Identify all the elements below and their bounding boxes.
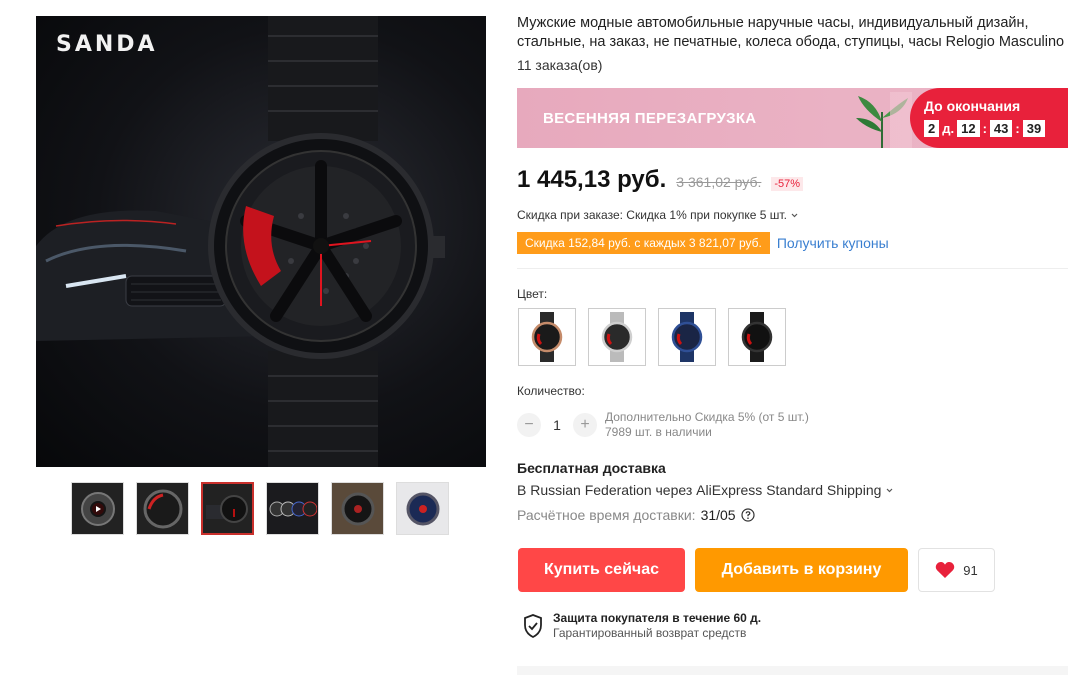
- thumbnail-3[interactable]: [201, 482, 254, 535]
- plant-decoration: [856, 92, 912, 148]
- quantity-increase-button[interactable]: +: [573, 413, 597, 437]
- color-options: [518, 308, 786, 366]
- countdown-hours: 12: [957, 120, 980, 137]
- thumbnail-video[interactable]: [71, 482, 124, 535]
- price-row: 1 445,13 руб. 3 361,02 руб. -57%: [517, 166, 804, 194]
- quantity-stepper: − 1 + Дополнительно Скидка 5% (от 5 шт.)…: [517, 410, 809, 440]
- watch-illustration: [208, 16, 445, 467]
- promo-title: ВЕСЕННЯЯ ПЕРЕЗАГРУЗКА: [543, 110, 757, 127]
- chevron-down-icon: [886, 488, 893, 492]
- play-icon: [89, 500, 106, 517]
- countdown-panel: До окончания 2 д. 12 : 43 : 39: [910, 88, 1068, 148]
- heart-icon: [936, 561, 955, 578]
- color-option-blue[interactable]: [658, 308, 716, 366]
- thumbnail-2[interactable]: [136, 482, 189, 535]
- current-price: 1 445,13 руб.: [517, 166, 667, 193]
- promo-banner[interactable]: ВЕСЕННЯЯ ПЕРЕЗАГРУЗКА До окончания 2 д. …: [517, 88, 1068, 148]
- get-coupons-link[interactable]: Получить купоны: [777, 235, 889, 251]
- quantity-label: Количество:: [517, 384, 585, 398]
- stock-text: 7989 шт. в наличии: [605, 425, 712, 439]
- old-price: 3 361,02 руб.: [676, 174, 762, 190]
- product-info: Мужские модные автомобильные наручные ча…: [517, 14, 1072, 675]
- order-discount-dropdown[interactable]: Скидка при заказе: Скидка 1% при покупке…: [517, 208, 799, 222]
- shield-check-icon: [524, 613, 542, 638]
- countdown-days-unit: д.: [942, 121, 955, 136]
- color-option-black[interactable]: [728, 308, 786, 366]
- wishlist-count: 91: [963, 562, 978, 578]
- protection-subtitle: Гарантированный возврат средств: [553, 626, 747, 640]
- countdown-seconds: 39: [1022, 120, 1046, 137]
- color-option-rose-gold[interactable]: [518, 308, 576, 366]
- color-label: Цвет:: [517, 287, 548, 301]
- delivery-estimate: Расчётное время доставки: 31/05: [517, 507, 755, 523]
- shipping-title: Бесплатная доставка: [517, 460, 666, 476]
- coupon-tag: Скидка 152,84 руб. с каждых 3 821,07 руб…: [517, 232, 770, 254]
- quantity-value[interactable]: 1: [541, 417, 573, 433]
- main-product-image[interactable]: SANDA: [36, 16, 486, 467]
- buy-now-button[interactable]: Купить сейчас: [518, 548, 685, 592]
- delivery-estimate-label: Расчётное время доставки:: [517, 507, 696, 523]
- protection-title: Защита покупателя в течение 60 д.: [553, 611, 762, 625]
- countdown-timer: 2 д. 12 : 43 : 39: [924, 120, 1046, 137]
- countdown-label: До окончания: [924, 98, 1021, 114]
- buyer-protection: Защита покупателя в течение 60 д. Гарант…: [523, 611, 761, 640]
- coupon-bar: Скидка 152,84 руб. с каждых 3 821,07 руб…: [517, 232, 889, 254]
- shipping-method-dropdown[interactable]: В Russian Federation через AliExpress St…: [517, 482, 894, 498]
- wishlist-button[interactable]: 91: [918, 548, 995, 592]
- thumbnail-strip: [71, 482, 449, 535]
- countdown-minutes: 43: [989, 120, 1013, 137]
- quantity-decrease-button[interactable]: −: [517, 413, 541, 437]
- countdown-days: 2: [924, 120, 940, 137]
- thumbnail-6[interactable]: [396, 482, 449, 535]
- brand-logo: SANDA: [56, 32, 158, 57]
- discount-badge: -57%: [771, 177, 804, 191]
- chevron-down-icon: [791, 213, 798, 217]
- divider: [517, 268, 1068, 269]
- add-to-cart-button[interactable]: Добавить в корзину: [695, 548, 908, 592]
- order-discount-text: Скидка при заказе: Скидка 1% при покупке…: [517, 208, 787, 222]
- thumbnail-4[interactable]: [266, 482, 319, 535]
- orders-count: 11 заказа(ов): [517, 57, 603, 73]
- thumbnail-5[interactable]: [331, 482, 384, 535]
- help-icon[interactable]: [741, 508, 755, 522]
- extra-discount-text: Дополнительно Скидка 5% (от 5 шт.): [605, 410, 809, 424]
- delivery-estimate-date: 31/05: [700, 507, 736, 523]
- product-title: Мужские модные автомобильные наручные ча…: [517, 15, 1065, 50]
- bottom-section-edge: [517, 666, 1068, 675]
- color-option-silver[interactable]: [588, 308, 646, 366]
- shipping-method-text: В Russian Federation через AliExpress St…: [517, 482, 882, 498]
- quantity-note: Дополнительно Скидка 5% (от 5 шт.) 7989 …: [605, 410, 809, 440]
